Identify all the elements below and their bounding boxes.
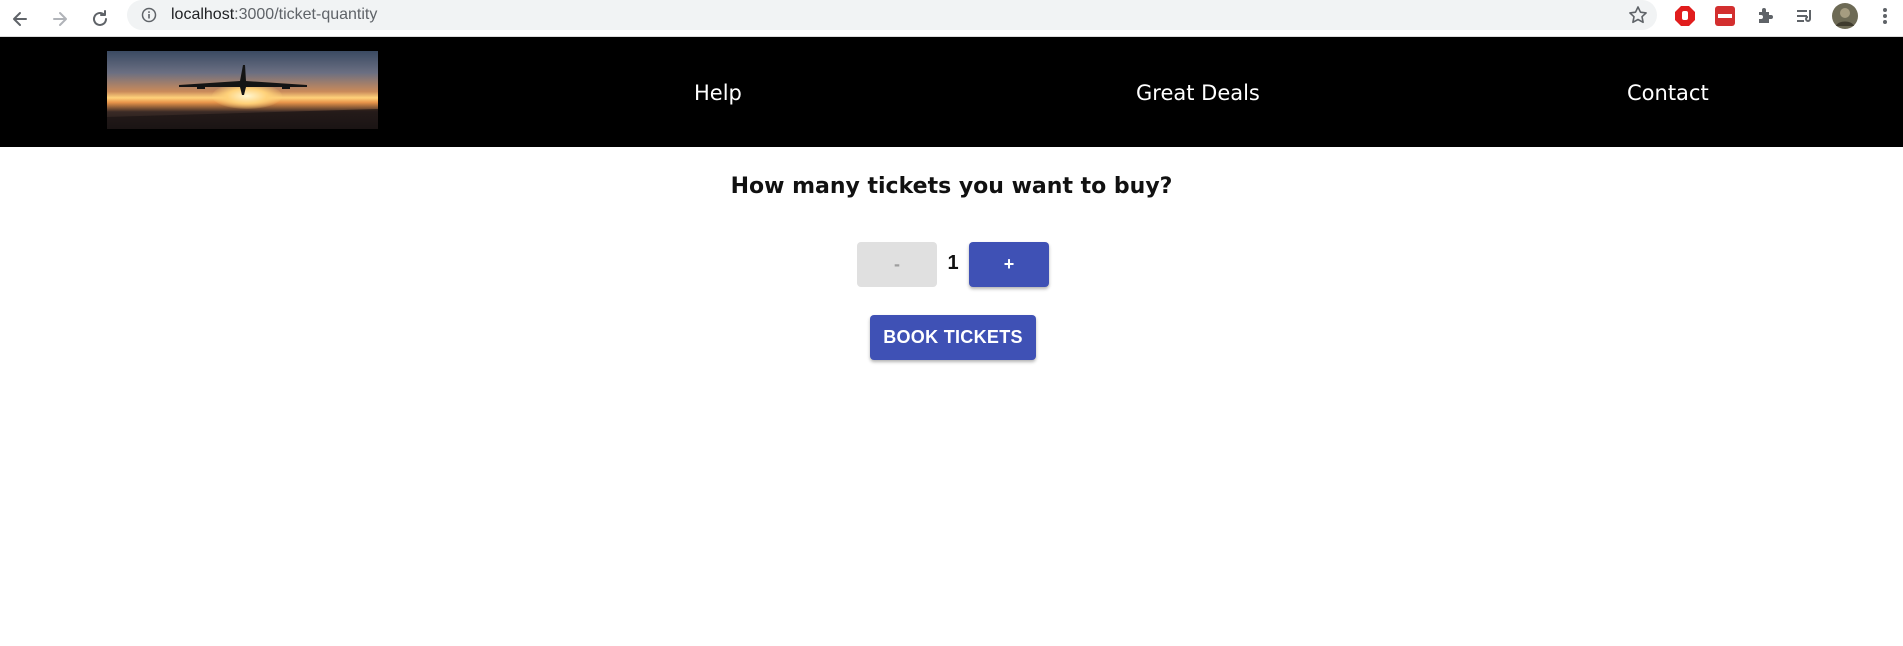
nav-great-deals-link[interactable]: Great Deals — [1136, 81, 1260, 105]
page-title: How many tickets you want to buy? — [730, 174, 1173, 199]
logo[interactable] — [107, 51, 378, 129]
address-bar[interactable]: localhost:3000/ticket-quantity — [127, 0, 1657, 30]
app-header: Help Great Deals Contact — [0, 37, 1903, 147]
info-icon[interactable] — [141, 7, 157, 23]
extension-stop-icon[interactable] — [1672, 3, 1698, 29]
quantity-stepper: - 1 + — [0, 242, 1903, 287]
arrow-left-icon — [13, 12, 27, 26]
browser-menu-icon[interactable] — [1872, 3, 1898, 29]
bookmark-star-icon[interactable] — [1627, 4, 1649, 26]
nav-contact-link[interactable]: Contact — [1627, 81, 1709, 105]
url-path: :3000/ticket-quantity — [234, 6, 378, 23]
reload-icon — [93, 10, 107, 26]
arrow-right-icon — [53, 12, 67, 26]
extension-cors-icon[interactable] — [1712, 3, 1738, 29]
decrement-button[interactable]: - — [857, 242, 937, 287]
nav-help-link[interactable]: Help — [694, 81, 742, 105]
forward-button[interactable] — [45, 4, 75, 34]
book-tickets-button[interactable]: BOOK TICKETS — [870, 315, 1036, 360]
quantity-value: 1 — [947, 252, 959, 274]
increment-button[interactable]: + — [969, 242, 1049, 287]
url-host: localhost — [171, 6, 235, 23]
reload-button[interactable] — [85, 4, 115, 34]
extensions-puzzle-icon[interactable] — [1752, 3, 1778, 29]
url-text[interactable]: localhost:3000/ticket-quantity — [171, 6, 377, 24]
airplane-icon — [107, 65, 378, 129]
profile-avatar[interactable] — [1832, 3, 1858, 29]
browser-toolbar: localhost:3000/ticket-quantity — [0, 0, 1903, 37]
back-button[interactable] — [5, 4, 35, 34]
media-playlist-icon[interactable] — [1792, 3, 1818, 29]
